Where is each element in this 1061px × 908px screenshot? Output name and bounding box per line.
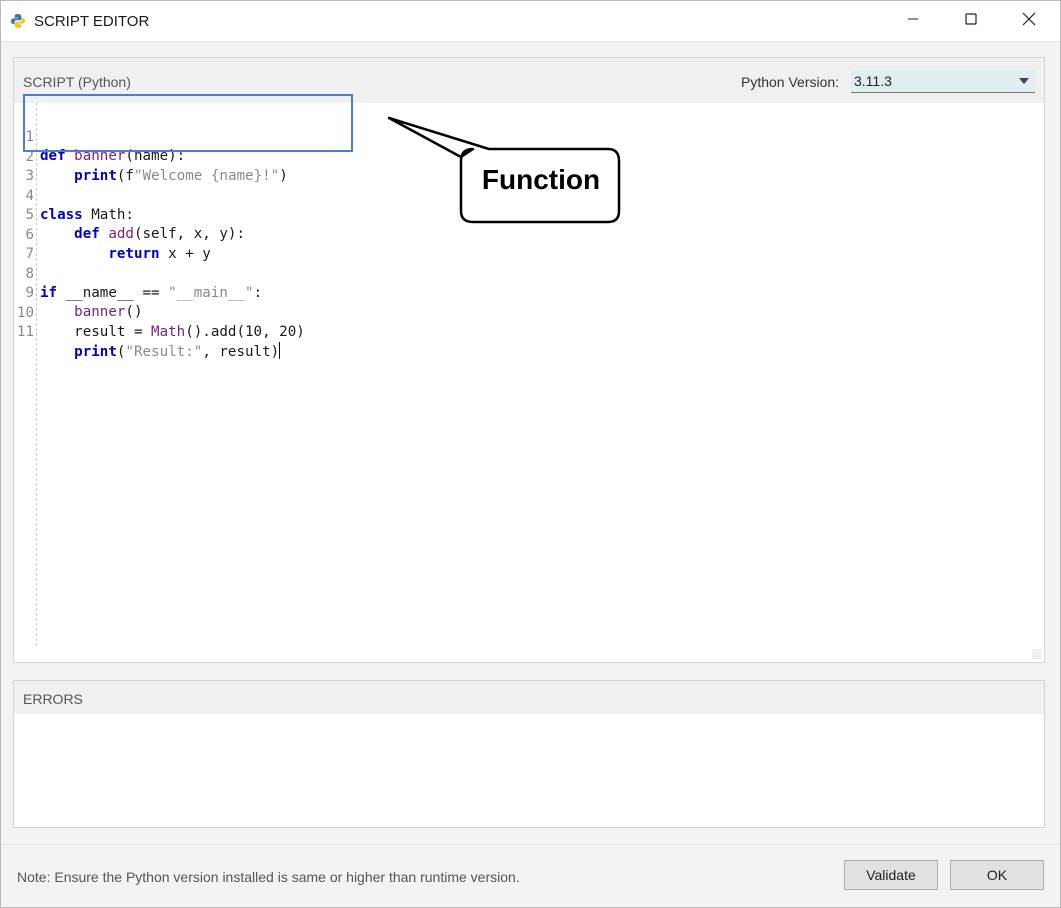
code-line: 8 if __name__ == "__main__": — [14, 246, 1014, 301]
errors-panel-header: ERRORS — [14, 681, 1044, 714]
version-note: Note: Ensure the Python version installe… — [17, 869, 520, 885]
function-highlight-box — [23, 94, 353, 152]
callout-label: Function — [481, 164, 601, 195]
validate-button[interactable]: Validate — [844, 860, 938, 890]
python-version-value: 3.11.3 — [854, 73, 892, 89]
resize-grip[interactable] — [1032, 649, 1042, 659]
minimize-icon — [907, 12, 919, 30]
python-version-dropdown[interactable]: 3.11.3 — [851, 70, 1035, 93]
ok-button[interactable]: OK — [950, 860, 1044, 890]
text-cursor — [279, 342, 281, 359]
code-line: 10 result = Math().add(10, 20) — [14, 285, 1014, 340]
errors-panel: ERRORS — [13, 680, 1045, 828]
script-panel-title: SCRIPT (Python) — [23, 74, 131, 90]
code-line: 11 print("Result:", result) — [14, 304, 1014, 360]
code-line: 9 banner() — [14, 265, 1014, 320]
maximize-icon — [965, 12, 977, 30]
dialog-footer: Note: Ensure the Python version installe… — [1, 844, 1060, 907]
python-version-label: Python Version: — [741, 74, 840, 90]
code-text: print("Result:", result) — [74, 342, 281, 360]
close-icon — [1022, 12, 1036, 31]
chevron-down-icon — [1019, 78, 1029, 84]
title-bar: SCRIPT EDITOR — [1, 1, 1060, 42]
errors-panel-title: ERRORS — [23, 691, 83, 707]
python-icon — [10, 13, 26, 29]
script-editor-window: SCRIPT EDITOR SCRIPT (Python) Python Ver… — [0, 0, 1061, 908]
minimize-button[interactable] — [884, 1, 942, 41]
close-button[interactable] — [1000, 1, 1058, 41]
window-title: SCRIPT EDITOR — [34, 13, 150, 30]
line-number: 11 — [16, 324, 34, 340]
maximize-button[interactable] — [942, 1, 1000, 41]
errors-list — [14, 714, 1044, 827]
